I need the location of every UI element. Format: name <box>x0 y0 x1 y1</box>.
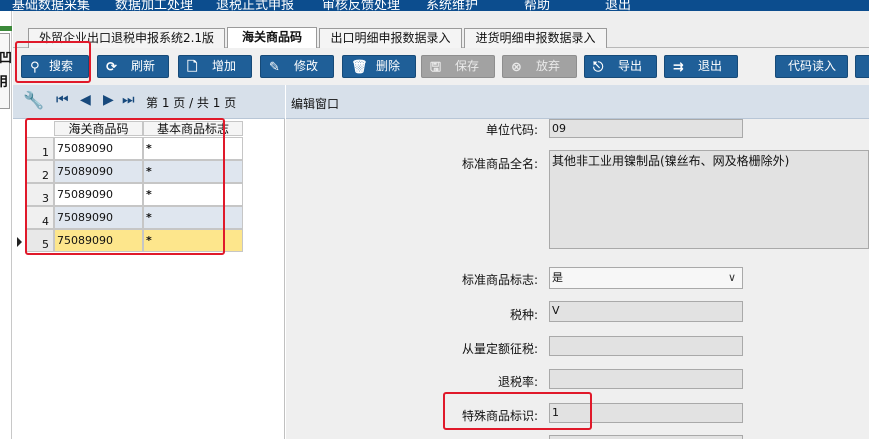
refresh-button[interactable]: ⟳ 刷新 <box>97 55 169 78</box>
unit-code-label: 单位代码: <box>485 123 538 137</box>
page-info: 第 1 页 / 共 1 页 <box>146 96 237 110</box>
grid-header: 海关商品码 基本商品标志 <box>13 121 243 136</box>
prev-page-icon[interactable]: ◀ <box>80 92 91 108</box>
cell-customs-code[interactable]: 75089090 <box>54 206 143 229</box>
tab-system-home[interactable]: 外贸企业出口退税申报系统2.1版 <box>28 28 225 48</box>
menu-item-system-maintenance[interactable]: 系统维护 <box>426 0 478 11</box>
std-flag-select[interactable]: 是 ∨ <box>549 267 743 289</box>
table-row[interactable]: 1 75089090 * <box>13 137 243 160</box>
pager-bar: 🔧 ⏮ ◀ ▶ ⏭ 第 1 页 / 共 1 页 <box>13 85 285 119</box>
wrench-icon[interactable]: 🔧 <box>23 91 44 111</box>
add-button[interactable]: 🗋 增加 <box>178 55 252 78</box>
cell-customs-code[interactable]: 75089090 <box>54 137 143 160</box>
discard-button[interactable]: ⊗ 放弃 <box>502 55 577 78</box>
exit-button[interactable]: ⇉ 退出 <box>664 55 738 78</box>
cell-basic-flag[interactable]: * <box>143 229 243 252</box>
list-panel: 🔧 ⏮ ◀ ▶ ⏭ 第 1 页 / 共 1 页 海关商品码 基本商品标志 1 7… <box>13 85 285 439</box>
tab-export-detail-entry[interactable]: 出口明细申报数据录入 <box>319 28 462 48</box>
unit-code-field[interactable]: 09 <box>549 119 743 138</box>
export-button[interactable]: ⎋ 导出 <box>584 55 657 78</box>
table-row[interactable]: 2 75089090 * <box>13 160 243 183</box>
menu-item-exit[interactable]: 退出 <box>605 0 631 11</box>
more-toolbar-button[interactable] <box>855 55 869 78</box>
table-row[interactable]: 3 75089090 * <box>13 183 243 206</box>
std-flag-value: 是 <box>552 271 563 284</box>
tab-purchase-detail-entry[interactable]: 进货明细申报数据录入 <box>464 28 607 48</box>
special-flag-label: 特殊商品标识: <box>461 409 538 423</box>
search-button[interactable]: ⚲ 搜索 <box>21 55 89 78</box>
top-menu-bar: 基础数据采集 数据加工处理 退税正式申报 审核反馈处理 系统维护 帮助 退出 <box>0 0 869 11</box>
tab-customs-code[interactable]: 海关商品码 <box>227 27 317 49</box>
cell-basic-flag[interactable]: * <box>143 160 243 183</box>
exit-door-icon: ⇉ <box>673 60 684 75</box>
menu-item-help[interactable]: 帮助 <box>524 0 550 11</box>
row-pointer-icon <box>17 237 22 247</box>
cell-customs-code[interactable]: 75089090 <box>54 160 143 183</box>
edit-icon: ✎ <box>269 60 280 75</box>
quota-tax-field[interactable] <box>549 336 743 356</box>
save-icon: 🖫 <box>430 60 442 75</box>
table-row[interactable]: 4 75089090 * <box>13 206 243 229</box>
trash-icon: 🗑 <box>351 60 368 75</box>
code-read-button[interactable]: 代码读入 <box>775 55 848 78</box>
edit-panel-header: 编辑窗口 <box>286 85 869 119</box>
row-number: 2 <box>26 160 54 183</box>
special-flag-field[interactable]: 1 <box>549 403 743 423</box>
column-header-basic-flag[interactable]: 基本商品标志 <box>143 121 243 136</box>
new-document-icon: 🗋 <box>187 60 198 75</box>
tab-bar: 外贸企业出口退税申报系统2.1版 海关商品码 出口明细申报数据录入 进货明细申报… <box>13 11 869 49</box>
menu-item-formal-declaration[interactable]: 退税正式申报 <box>216 0 294 11</box>
edit-panel-title: 编辑窗口 <box>291 97 340 111</box>
refund-rate-field[interactable] <box>549 369 743 389</box>
save-button[interactable]: 🖫 保存 <box>421 55 495 78</box>
refresh-icon: ⟳ <box>106 60 117 75</box>
edit-button[interactable]: ✎ 修改 <box>260 55 334 78</box>
edit-panel: 编辑窗口 单位代码: 09 标准商品全名: 其他非工业用镍制品(镍丝布、网及格栅… <box>286 85 869 439</box>
side-indicator <box>0 26 12 31</box>
quota-tax-label: 从量定额征税: <box>461 342 538 356</box>
tax-type-field[interactable]: V <box>549 301 743 322</box>
next-page-icon[interactable]: ▶ <box>103 92 114 108</box>
std-flag-label: 标准商品标志: <box>461 273 538 287</box>
table-row-selected[interactable]: 5 75089090 * <box>13 229 243 252</box>
chevron-down-icon: ∨ <box>727 271 736 284</box>
std-name-label: 标准商品全名: <box>461 157 538 171</box>
left-side-strip: 凹 ⺝ <box>0 11 12 439</box>
menu-item-data-collection[interactable]: 基础数据采集 <box>12 0 90 11</box>
row-number: 5 <box>26 229 54 252</box>
last-page-icon[interactable]: ⏭ <box>122 92 135 108</box>
cell-basic-flag[interactable]: * <box>143 183 243 206</box>
cell-customs-code[interactable]: 75089090 <box>54 183 143 206</box>
search-icon: ⚲ <box>30 60 40 75</box>
export-tray-icon: ⎋ <box>593 60 604 75</box>
toolbar: ⚲ 搜索 ⟳ 刷新 🗋 增加 ✎ 修改 🗑 删除 🖫 保存 ⊗ 放弃 ⎋ 导出 … <box>13 48 869 85</box>
first-page-icon[interactable]: ⏮ <box>56 92 69 108</box>
side-nav-button[interactable]: 凹 ⺝ <box>0 33 12 109</box>
tax-type-label: 税种: <box>509 308 538 322</box>
menu-item-data-processing[interactable]: 数据加工处理 <box>115 0 193 11</box>
row-number: 4 <box>26 206 54 229</box>
cancel-circle-icon: ⊗ <box>511 60 522 75</box>
cell-basic-flag[interactable]: * <box>143 206 243 229</box>
cell-basic-flag[interactable]: * <box>143 137 243 160</box>
column-header-customs-code[interactable]: 海关商品码 <box>54 121 143 136</box>
row-number: 3 <box>26 183 54 206</box>
delete-button[interactable]: 🗑 删除 <box>342 55 416 78</box>
row-number: 1 <box>26 137 54 160</box>
next-field-partial[interactable] <box>549 435 743 439</box>
std-name-field[interactable]: 其他非工业用镍制品(镍丝布、网及格栅除外) <box>549 150 869 249</box>
refund-rate-label: 退税率: <box>497 375 538 389</box>
cell-customs-code[interactable]: 75089090 <box>54 229 143 252</box>
menu-item-audit-feedback[interactable]: 审核反馈处理 <box>322 0 400 11</box>
